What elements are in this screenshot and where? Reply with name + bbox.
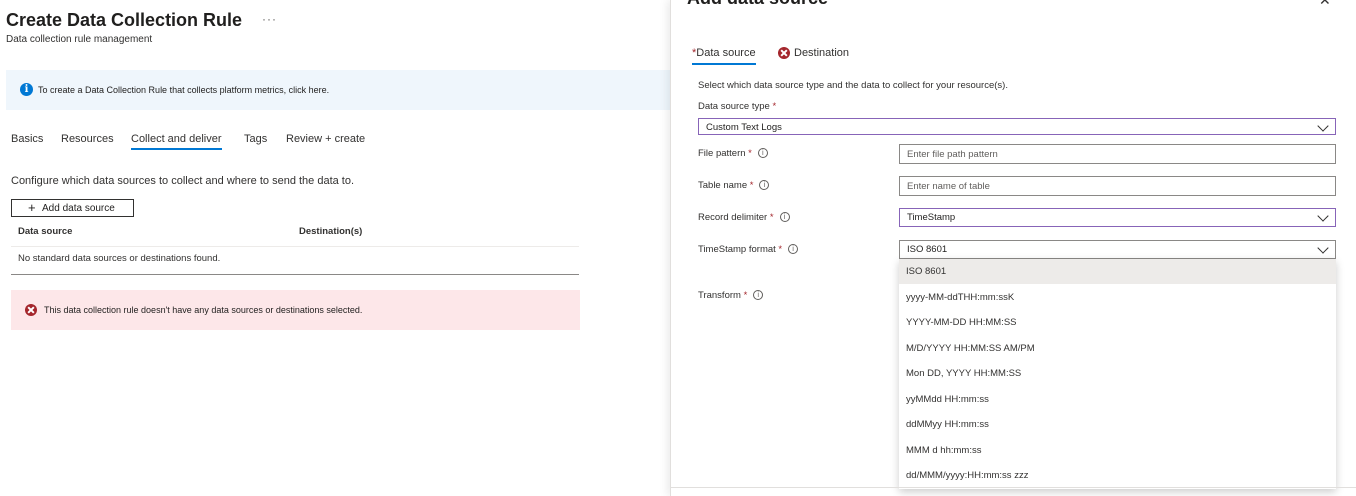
chevron-down-icon [1317,210,1329,222]
plus-icon: + [28,200,36,215]
page-subtitle: Data collection rule management [6,34,153,45]
dropdown-option[interactable]: dd/MMM/yyyy:HH:mm:ss zzz [899,463,1336,488]
panel-title: Add data source [687,0,828,9]
panel-footer-divider [671,487,1356,488]
info-icon[interactable]: i [753,290,764,301]
option-label: yyyy-MM-ddTHH:mm:ssK [906,292,1015,303]
dropdown-option[interactable]: yyMMdd HH:mm:ss [899,387,1336,412]
option-label: ISO 8601 [906,266,947,277]
option-label: M/D/YYYY HH:MM:SS AM/PM [906,343,1035,354]
table-empty-row: No standard data sources or destinations… [11,247,579,275]
transform-label-text: Transform [698,290,741,301]
chevron-down-icon [1317,242,1329,254]
transform-label: Transform * i [698,290,764,301]
record-delimiter-label-text: Record delimiter [698,212,768,223]
tab-review-create[interactable]: Review + create [286,133,365,145]
info-icon[interactable]: i [779,212,790,223]
option-label: yyMMdd HH:mm:ss [906,394,989,405]
column-header-destinations: Destination(s) [299,226,363,237]
create-dcr-page: Create Data Collection Rule ··· Data col… [0,0,670,496]
table-name-placeholder: Enter name of table [907,181,990,192]
more-options-icon[interactable]: ··· [262,12,277,26]
record-delimiter-label: Record delimiter * i [698,212,790,223]
tab-collect-and-deliver[interactable]: Collect and deliver [131,133,222,150]
timestamp-format-select[interactable]: ISO 8601 [899,240,1336,259]
option-label: MMM d hh:mm:ss [906,445,982,456]
required-marker: * [772,101,777,112]
error-icon [25,304,37,316]
timestamp-format-label: TimeStamp format * i [698,244,799,255]
tab-destination[interactable]: Destination [794,47,849,59]
dropdown-option[interactable]: ISO 8601 [899,259,1336,284]
error-banner: This data collection rule doesn't have a… [11,290,580,330]
file-pattern-label-text: File pattern [698,148,746,159]
chevron-down-icon [1317,120,1329,132]
close-icon[interactable]: ✕ [1319,0,1331,9]
info-icon[interactable]: i [759,180,770,191]
table-name-label: Table name * i [698,180,770,191]
option-label: YYYY-MM-DD HH:MM:SS [906,317,1017,328]
tab-resources[interactable]: Resources [61,133,114,145]
option-label: Mon DD, YYYY HH:MM:SS [906,368,1022,379]
dropdown-option[interactable]: MMM d hh:mm:ss [899,438,1336,463]
table-header: Data source Destination(s) [11,222,579,247]
timestamp-format-value: ISO 8601 [907,244,948,255]
tab-tags[interactable]: Tags [244,133,267,145]
timestamp-format-dropdown: ISO 8601 yyyy-MM-ddTHH:mm:ssK YYYY-MM-DD… [899,259,1336,489]
option-label: ddMMyy HH:mm:ss [906,419,989,430]
data-source-type-label-text: Data source type [698,101,770,112]
record-delimiter-select[interactable]: TimeStamp [899,208,1336,227]
table-name-label-text: Table name [698,180,748,191]
info-icon[interactable]: i [757,148,768,159]
add-data-source-button[interactable]: + Add data source [11,199,134,217]
dropdown-option[interactable]: M/D/YYYY HH:MM:SS AM/PM [899,336,1336,361]
data-source-type-value: Custom Text Logs [706,122,782,133]
file-pattern-input[interactable]: Enter file path pattern [899,144,1336,164]
data-source-type-label: Data source type * [698,101,776,112]
page-title: Create Data Collection Rule [6,10,243,30]
column-header-data-source: Data source [18,226,73,237]
add-data-source-label: Add data source [42,203,115,214]
record-delimiter-value: TimeStamp [907,212,956,223]
table-name-input[interactable]: Enter name of table [899,176,1336,196]
info-banner-text[interactable]: To create a Data Collection Rule that co… [38,85,329,95]
panel-description: Select which data source type and the da… [698,80,1008,91]
option-label: dd/MMM/yyyy:HH:mm:ss zzz [906,470,1029,481]
add-data-source-panel: Add data source ✕ *Data source Destinati… [670,0,1356,496]
tab-data-source[interactable]: *Data source [692,47,756,65]
destination-error-icon [778,47,790,59]
timestamp-format-label-text: TimeStamp format [698,244,776,255]
dropdown-option[interactable]: yyyy-MM-ddTHH:mm:ssK [899,285,1336,310]
dropdown-option[interactable]: ddMMyy HH:mm:ss [899,412,1336,437]
required-marker: * [749,180,754,191]
info-icon: i [20,83,33,96]
file-pattern-label: File pattern * i [698,148,768,159]
tab-data-source-label: Data source [696,47,756,59]
info-banner[interactable]: i To create a Data Collection Rule that … [6,70,670,110]
info-icon[interactable]: i [788,244,799,255]
file-pattern-placeholder: Enter file path pattern [907,149,998,160]
required-marker: * [743,290,748,301]
required-marker: * [748,148,752,159]
data-source-type-select[interactable]: Custom Text Logs [698,118,1336,135]
required-marker: * [778,244,783,255]
tab-basics[interactable]: Basics [11,133,43,145]
configure-description: Configure which data sources to collect … [11,175,355,187]
required-marker: * [769,212,774,223]
table-empty-text: No standard data sources or destinations… [18,253,221,264]
error-banner-text: This data collection rule doesn't have a… [44,305,363,315]
dropdown-option[interactable]: Mon DD, YYYY HH:MM:SS [899,361,1336,386]
dropdown-option[interactable]: YYYY-MM-DD HH:MM:SS [899,310,1336,335]
